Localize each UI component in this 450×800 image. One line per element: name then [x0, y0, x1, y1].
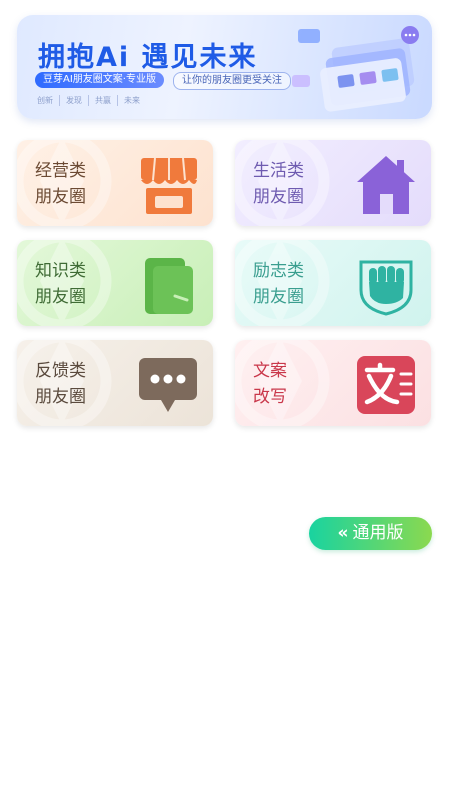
card-life-moments[interactable]: 生活类 朋友圈	[235, 140, 431, 226]
banner-tag: 共赢	[89, 95, 118, 106]
shop-icon	[141, 157, 197, 214]
card-title: 励志类 朋友圈	[253, 261, 304, 307]
card-feedback-moments[interactable]: 反馈类 朋友圈	[17, 340, 213, 426]
home-icon	[357, 156, 415, 214]
fist-icon	[359, 260, 413, 316]
top-banner[interactable]: 拥抱Ai 遇见未来 豆芽AI朋友圈文案·专业版 让你的朋友圈更受关注 创新 发现…	[17, 15, 432, 119]
banner-subtitle: 让你的朋友圈更受关注	[173, 72, 291, 90]
card-title: 知识类 朋友圈	[35, 261, 86, 307]
book-icon	[145, 258, 193, 314]
card-knowledge-moments[interactable]: 知识类 朋友圈	[17, 240, 213, 326]
text-icon	[357, 356, 415, 414]
banner-illustration	[292, 26, 419, 112]
banner-tags: 创新 发现 共赢 未来	[37, 95, 146, 106]
double-chevron-left-icon: «	[337, 523, 349, 543]
card-copy-rewrite[interactable]: 文案 改写	[235, 340, 431, 426]
card-title: 文案 改写	[253, 361, 287, 407]
card-title: 反馈类 朋友圈	[35, 361, 86, 407]
banner-tag: 发现	[60, 95, 89, 106]
general-version-button[interactable]: «通用版	[309, 517, 432, 550]
banner-pill: 豆芽AI朋友圈文案·专业版	[35, 72, 164, 88]
banner-tag: 未来	[124, 96, 140, 105]
card-title: 生活类 朋友圈	[253, 161, 304, 207]
version-button-label: 通用版	[352, 523, 404, 543]
card-business-moments[interactable]: 经营类 朋友圈	[17, 140, 213, 226]
card-title: 经营类 朋友圈	[35, 161, 86, 207]
card-inspiration-moments[interactable]: 励志类 朋友圈	[235, 240, 431, 326]
chat-bubble-icon	[139, 358, 197, 412]
banner-title: 拥抱Ai 遇见未来	[38, 42, 258, 73]
banner-tag: 创新	[37, 95, 60, 106]
